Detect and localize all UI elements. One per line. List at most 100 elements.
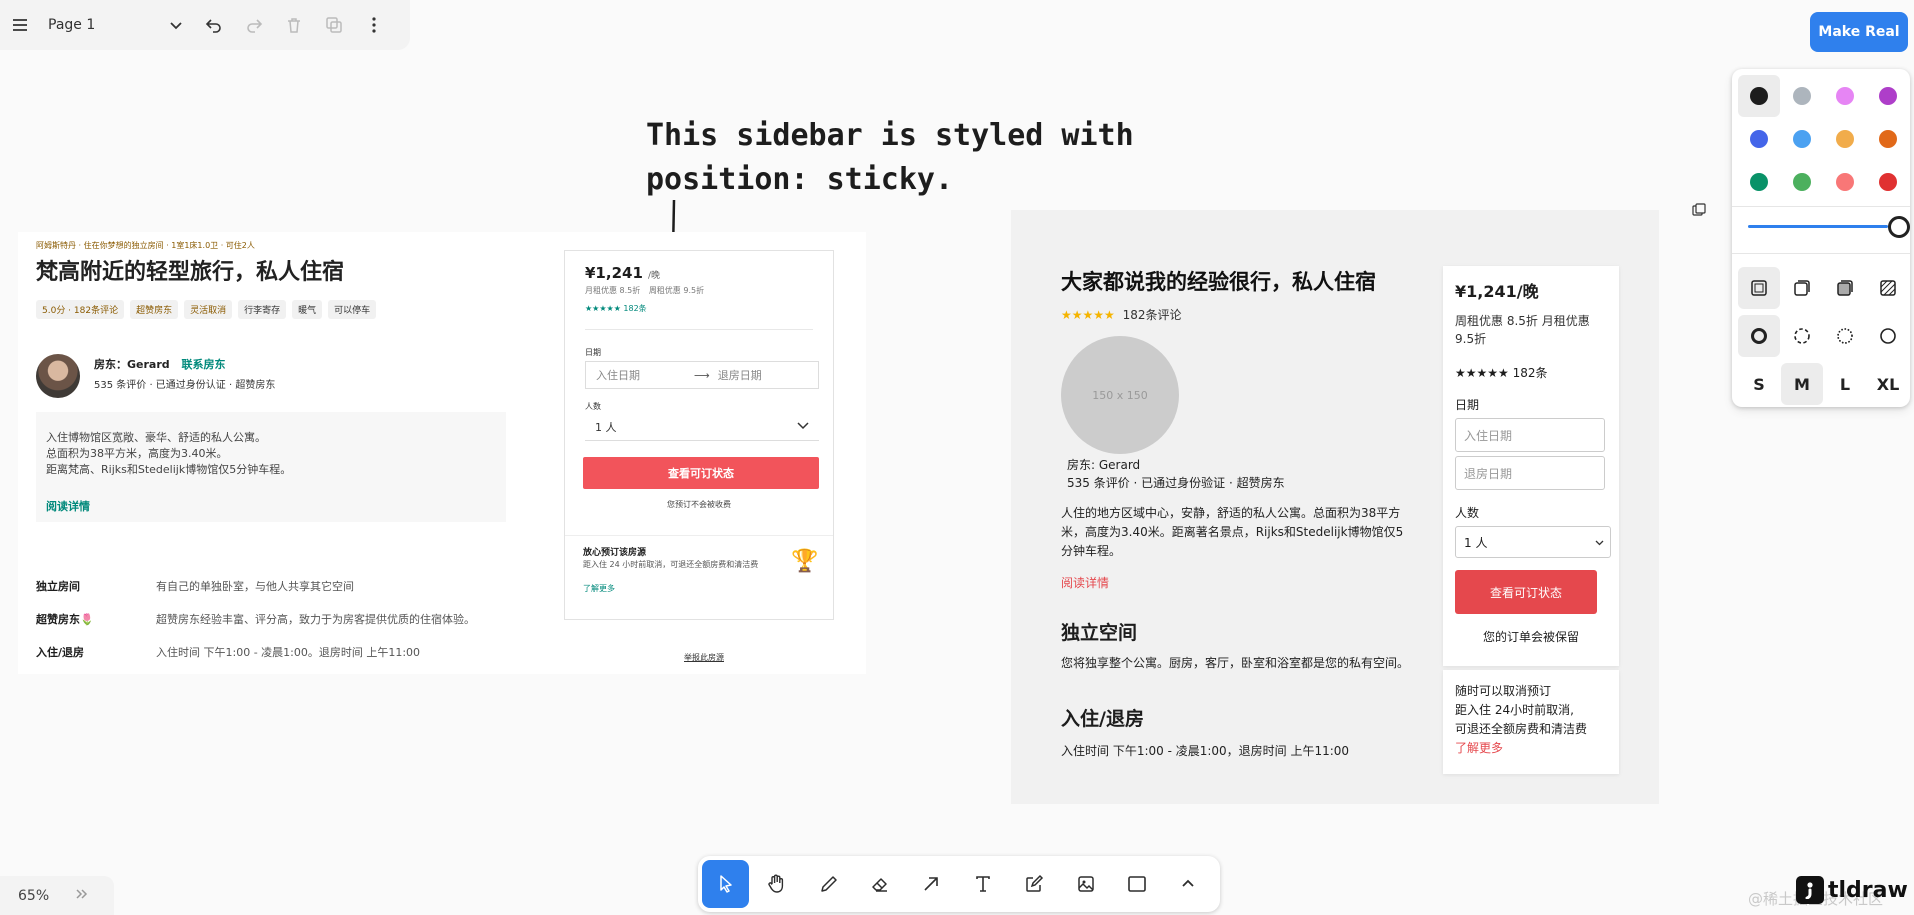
guests-label: 人数 — [1455, 506, 1480, 520]
note-tool-icon[interactable] — [1010, 860, 1057, 908]
listing-breadcrumb: 阿姆斯特丹 · 住在你梦想的独立房间 · 1室1床1.0卫 · 可住2人 — [36, 241, 255, 250]
size-l-button[interactable]: L — [1824, 363, 1866, 405]
guests-value: 1 人 — [595, 420, 617, 434]
size-s-button[interactable]: S — [1738, 363, 1780, 405]
style-panel: S M L XL — [1732, 69, 1910, 407]
panel-divider — [1732, 206, 1910, 207]
color-swatch[interactable] — [1781, 75, 1823, 117]
zoom-level[interactable]: 65% — [18, 888, 74, 904]
dash-dotted-icon[interactable] — [1824, 315, 1866, 357]
host-stats: 535 条评价 · 已通过身份验证 · 超赞房东 — [1067, 476, 1285, 490]
dash-draw-icon[interactable] — [1738, 315, 1780, 357]
tag-pill: 可以停车 — [328, 300, 377, 319]
host-name: 房东：Gerard — [94, 358, 170, 371]
color-swatch[interactable] — [1781, 161, 1823, 203]
trash-icon[interactable] — [274, 0, 314, 50]
rating: ★★★★★ 182条 — [585, 304, 647, 313]
color-dot — [1879, 173, 1897, 191]
eraser-tool-icon[interactable] — [856, 860, 903, 908]
rectangle-tool-icon[interactable] — [1113, 860, 1160, 908]
feature-row: 超赞房东🌷 超赞房东经验丰富、评分高，致力于为房客提供优质的住宿体验。 — [36, 611, 506, 644]
checkout-input[interactable]: 退房日期 — [1455, 456, 1605, 490]
host-name: 房东: Gerard — [1067, 458, 1141, 472]
feature-row: 入住/退房 入住时间 下午1:00 - 凌晨1:00。退房时间 上午11:00 — [36, 644, 506, 677]
color-dot — [1793, 130, 1811, 148]
report-listing-link[interactable]: 举报此房源 — [684, 652, 724, 663]
color-dot — [1750, 87, 1768, 105]
make-real-button[interactable]: Make Real — [1810, 12, 1908, 52]
color-swatch[interactable] — [1738, 118, 1780, 160]
select-tool-icon[interactable] — [702, 860, 750, 908]
mockup-screenshot-2[interactable]: 大家都说我的经验很行，私人住宿 ★★★★★ 182条评论 150 x 150 房… — [1011, 210, 1659, 804]
host-avatar — [36, 354, 80, 398]
size-xl-button[interactable]: XL — [1867, 363, 1909, 405]
checkin-field[interactable]: 入住日期 — [596, 367, 694, 383]
more-vertical-icon[interactable] — [354, 0, 394, 50]
discounts: 月租优惠 8.5折 周租优惠 9.5折 — [585, 285, 704, 296]
read-more-link[interactable]: 阅读详情 — [46, 498, 90, 514]
chevron-down-icon[interactable] — [158, 0, 194, 50]
guests-select[interactable]: 1 人 — [585, 413, 819, 441]
chevron-up-icon[interactable] — [1165, 860, 1212, 908]
fill-pattern-icon[interactable] — [1867, 267, 1909, 309]
star-rating: ★★★★★ — [1061, 308, 1115, 322]
color-swatch[interactable] — [1824, 161, 1866, 203]
section-heading-checkin: 入住/退房 — [1061, 708, 1144, 730]
color-swatch[interactable] — [1824, 75, 1866, 117]
fill-solid-icon[interactable] — [1824, 267, 1866, 309]
rating-row: ★★★★★ 182条评论 — [1061, 306, 1182, 323]
trophy-icon: 🏆 — [791, 549, 819, 574]
page-name[interactable]: Page 1 — [40, 17, 158, 33]
feature-key: 独立房间 — [36, 580, 80, 593]
undo-icon[interactable] — [194, 0, 234, 50]
tldraw-logo[interactable]: tldraw — [1796, 876, 1908, 904]
redo-icon[interactable] — [234, 0, 274, 50]
fill-semi-icon[interactable] — [1781, 267, 1823, 309]
dash-solid-icon[interactable] — [1867, 315, 1909, 357]
panel-divider — [1732, 253, 1910, 254]
hand-tool-icon[interactable] — [753, 860, 800, 908]
checkin-input[interactable]: 入住日期 — [1455, 418, 1605, 452]
check-availability-button[interactable]: 查看可订状态 — [1455, 570, 1597, 614]
duplicate-icon[interactable] — [314, 0, 354, 50]
date-range-field[interactable]: 入住日期 ⟶ 退房日期 — [585, 361, 819, 389]
learn-more-link[interactable]: 了解更多 — [583, 583, 615, 594]
learn-more-link[interactable]: 了解更多 — [1455, 739, 1587, 758]
color-swatch[interactable] — [1824, 118, 1866, 160]
feature-row: 独立房间 有自己的单独卧室，与他人共享其它空间 — [36, 578, 506, 611]
color-swatch[interactable] — [1867, 75, 1909, 117]
fill-none-icon[interactable] — [1738, 267, 1780, 309]
sticky-annotation-text[interactable]: This sidebar is styled with position: st… — [646, 114, 1134, 202]
color-swatch[interactable] — [1738, 75, 1780, 117]
dash-dashed-icon[interactable] — [1781, 315, 1823, 357]
color-swatch[interactable] — [1867, 161, 1909, 203]
card-divider — [565, 535, 833, 536]
opacity-slider-thumb[interactable] — [1888, 216, 1910, 238]
host-name-row: 房东：Gerard 联系房东 — [94, 356, 225, 372]
contact-host-link[interactable]: 联系房东 — [181, 358, 225, 371]
chevrons-right-icon[interactable] — [74, 886, 90, 906]
color-swatch[interactable] — [1738, 161, 1780, 203]
opacity-slider[interactable] — [1748, 216, 1910, 238]
section-heading-private: 独立空间 — [1061, 622, 1138, 644]
image-tool-icon[interactable] — [1062, 860, 1109, 908]
color-swatch[interactable] — [1867, 118, 1909, 160]
text-tool-icon[interactable] — [959, 860, 1006, 908]
read-more-link[interactable]: 阅读详情 — [1061, 574, 1109, 591]
guests-select[interactable]: 1 人 — [1455, 526, 1611, 558]
hamburger-menu-icon[interactable] — [0, 0, 40, 50]
check-availability-button[interactable]: 查看可订状态 — [583, 457, 819, 489]
size-m-button[interactable]: M — [1781, 363, 1823, 405]
card-divider — [585, 329, 813, 330]
tag-pill: 灵活取消 — [184, 300, 233, 319]
duplicate-icon[interactable] — [1692, 202, 1706, 221]
chevron-down-icon — [1595, 535, 1604, 549]
checkout-field[interactable]: 退房日期 — [718, 367, 762, 383]
booking-card: ¥1,241 /晚 月租优惠 8.5折 周租优惠 9.5折 ★★★★★ 182条… — [564, 250, 834, 620]
color-swatch[interactable] — [1781, 118, 1823, 160]
arrow-tool-icon[interactable] — [908, 860, 955, 908]
feature-value: 超赞房东经验丰富、评分高，致力于为房客提供优质的住宿体验。 — [156, 613, 475, 626]
draw-tool-icon[interactable] — [805, 860, 852, 908]
tools-toolbar — [698, 856, 1220, 912]
mockup-screenshot-1[interactable]: 阿姆斯特丹 · 住在你梦想的独立房间 · 1室1床1.0卫 · 可住2人 梵高附… — [18, 232, 866, 674]
